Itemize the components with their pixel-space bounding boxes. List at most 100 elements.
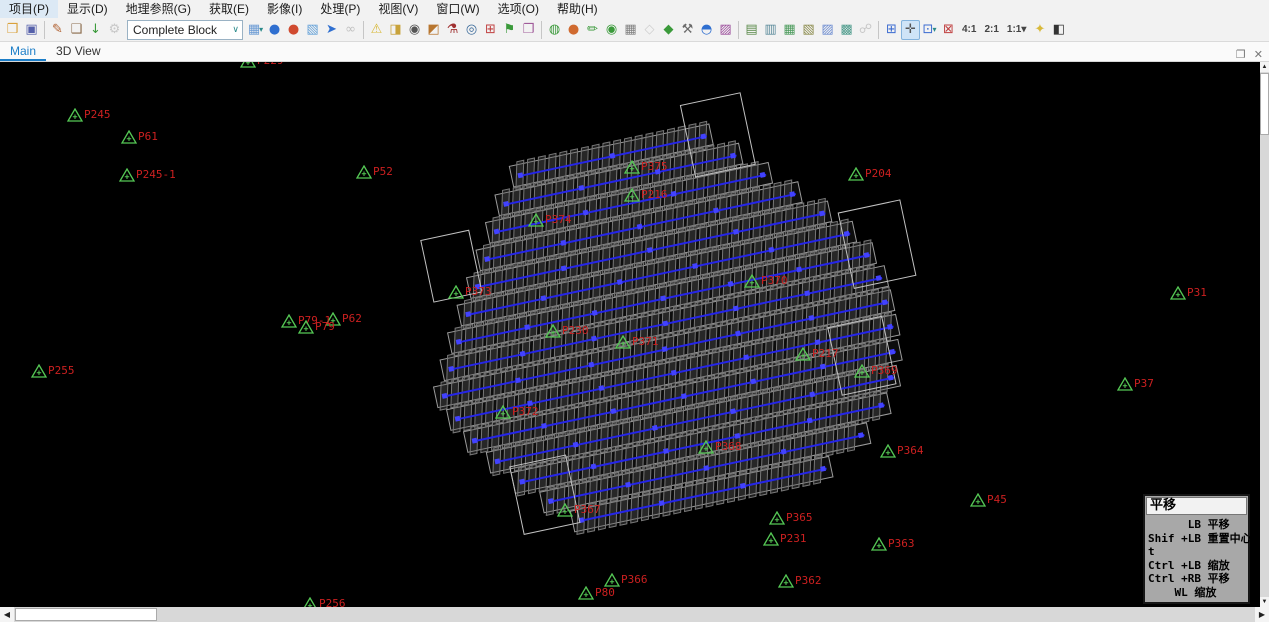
control-point-p79[interactable]: P79 [298,320,314,334]
control-point-p362[interactable]: P362 [778,574,794,588]
menu-item-4[interactable]: 影像(I) [258,0,311,18]
image-edit-icon[interactable]: ◨ [386,20,405,40]
image-update-icon[interactable]: ▦ [780,20,799,40]
map-canvas[interactable]: P229 P245 P61 P245-1 P52 P375 P204 P216 P374 P370… [0,62,1269,607]
horizontal-scrollbar[interactable]: ◀ ▶ [0,607,1269,622]
menu-item-7[interactable]: 窗口(W) [427,0,488,18]
eye-check-icon[interactable]: ◉ [602,20,621,40]
data-table-icon[interactable]: ▦ [621,20,640,40]
control-point-p367[interactable]: P367 [557,503,573,517]
control-point-p364[interactable]: P364 [880,444,896,458]
close-window-icon[interactable]: ✕ [1254,48,1263,61]
image-config-icon[interactable]: ▧ [799,20,818,40]
image-plain-icon[interactable]: ▨ [818,20,837,40]
stereo-view-icon[interactable]: ◎ [462,20,481,40]
image-tools-icon[interactable]: ❑ [67,20,86,40]
pan-tool-icon[interactable]: ✛ [901,20,920,40]
tile-views-icon[interactable]: ⊞ [882,20,901,40]
edit-check-icon[interactable]: ✏ [583,20,602,40]
edit-report-icon[interactable]: ✎ [48,20,67,40]
control-point-p217[interactable]: P217 [795,347,811,361]
scroll-left-icon[interactable]: ◀ [0,607,14,622]
pin-point-icon[interactable]: ⚑ [500,20,519,40]
control-point-p363[interactable]: P363 [871,537,887,551]
control-point-p372[interactable]: P372 [495,405,511,419]
zoom-extent-icon[interactable]: ⊠ [939,20,958,40]
control-point-p31[interactable]: P31 [1170,286,1186,300]
sync-icon[interactable]: ⚙ [105,20,124,40]
orange-sphere-icon[interactable]: ● [564,20,583,40]
camera-settings-icon[interactable]: ◉ [405,20,424,40]
image-night-icon[interactable]: ◩ [424,20,443,40]
save-project-icon[interactable]: ▣ [22,20,41,40]
tab-main[interactable]: Main [0,42,46,61]
cube-gray-icon[interactable]: ◇ [640,20,659,40]
control-point-p79-1[interactable]: P79-1 [281,314,297,328]
blue-sphere-icon[interactable]: ● [265,20,284,40]
control-point-p216[interactable]: P216 [624,188,640,202]
zoom-select-icon[interactable]: ⊡▾ [920,20,939,40]
image-process-icon[interactable]: ▤ [742,20,761,40]
menu-item-9[interactable]: 帮助(H) [548,0,607,18]
control-point-p229[interactable]: P229 [240,62,256,68]
vertical-scroll-thumb[interactable] [1260,73,1269,135]
control-point-p255[interactable]: P255 [31,364,47,378]
zoom-2-1-button[interactable]: 2:1 [980,20,1002,40]
control-point-p204[interactable]: P204 [848,167,864,181]
menu-item-8[interactable]: 选项(O) [489,0,548,18]
plug-icon[interactable]: ☍ [856,20,875,40]
scroll-right-icon[interactable]: ▶ [1255,607,1269,622]
menu-item-3[interactable]: 获取(E) [200,0,258,18]
menu-item-2[interactable]: 地理参照(G) [117,0,200,18]
contrast-tool-icon[interactable]: ◧ [1049,20,1068,40]
dome-view-icon[interactable]: ◓ [697,20,716,40]
control-point-p366[interactable]: P366 [604,573,620,587]
menu-item-1[interactable]: 显示(D) [58,0,117,18]
walker-tool-icon[interactable]: ⚒ [678,20,697,40]
image-view-icon[interactable]: ▧ [303,20,322,40]
control-point-p45[interactable]: P45 [970,493,986,507]
scroll-down-icon[interactable]: ▼ [1260,597,1269,607]
control-point-p245[interactable]: P245 [67,108,83,122]
scroll-up-icon[interactable]: ▲ [1260,62,1269,72]
control-point-p245-1[interactable]: P245-1 [119,168,135,182]
pick-tool-icon[interactable]: ➤ [322,20,341,40]
menu-item-5[interactable]: 处理(P) [311,0,369,18]
menu-item-6[interactable]: 视图(V) [369,0,427,18]
horizontal-scroll-thumb[interactable] [15,608,157,621]
zoom-4-1-button[interactable]: 4:1 [958,20,980,40]
control-point-p231[interactable]: P231 [763,532,779,546]
control-point-p37[interactable]: P37 [1117,377,1133,391]
control-point-p373[interactable]: P373 [448,285,464,299]
key-tool-icon[interactable]: ✦ [1030,20,1049,40]
globe-forward-icon[interactable]: ◍ [545,20,564,40]
restore-window-icon[interactable]: ❐ [1236,48,1246,61]
control-point-p369[interactable]: P369 [854,364,870,378]
zoom-1-1-button[interactable]: 1:1▾ [1003,20,1030,40]
control-point-p52[interactable]: P52 [356,165,372,179]
control-point-p230[interactable]: P230 [545,324,561,338]
control-point-p80[interactable]: P80 [578,586,594,600]
control-point-p368[interactable]: P368 [698,440,714,454]
control-point-p365[interactable]: P365 [769,511,785,525]
open-project-icon[interactable]: ❒ [3,20,22,40]
tab-3d-view[interactable]: 3D View [46,42,110,61]
link-images-icon[interactable]: ∞ [341,20,360,40]
image-preview-icon[interactable]: ▥ [761,20,780,40]
image-purple-icon[interactable]: ▨ [716,20,735,40]
control-point-p371[interactable]: P371 [615,335,631,349]
control-point-p61[interactable]: P61 [121,130,137,144]
control-point-p375[interactable]: P375 [624,160,640,174]
red-sphere-check-icon[interactable]: ● [284,20,303,40]
control-point-p256[interactable]: P256 [302,597,318,607]
cube-export-icon[interactable]: ◆ [659,20,678,40]
vertical-scrollbar[interactable]: ▲ ▼ [1260,62,1269,607]
block-mode-select[interactable]: Complete Block∨ [127,20,243,40]
image-route-icon[interactable]: ▩ [837,20,856,40]
menu-item-0[interactable]: 项目(P) [0,0,58,18]
control-point-p370[interactable]: P370 [744,274,760,288]
import-data-icon[interactable]: ↓ [86,20,105,40]
exif-camera-icon[interactable]: ❐ [519,20,538,40]
control-point-p374[interactable]: P374 [528,213,544,227]
warning-check-icon[interactable]: ⚠ [367,20,386,40]
